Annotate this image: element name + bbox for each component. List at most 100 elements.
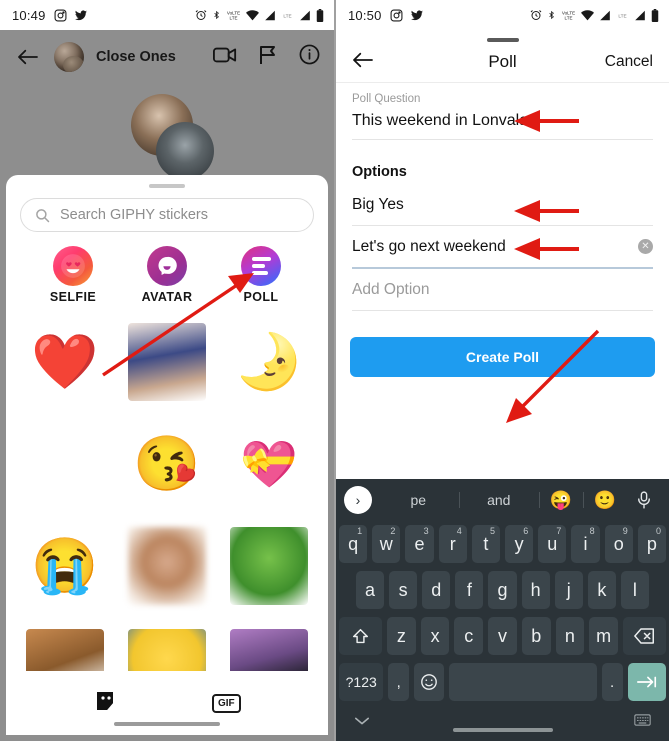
back-arrow-icon[interactable] — [352, 51, 374, 74]
avatar-sticker-icon — [147, 246, 187, 286]
key-c[interactable]: c — [454, 617, 484, 655]
sticker-glyph: 😘 — [133, 434, 201, 494]
key-number: 1 — [357, 526, 363, 536]
key-z[interactable]: z — [387, 617, 416, 655]
key-d[interactable]: d — [422, 571, 451, 609]
key-y[interactable]: 6y — [505, 525, 534, 563]
volte-icon: VoLTE LTE — [226, 9, 241, 21]
right-phone-panel: 10:50 VoLTE LTE LTE Poll Cancel Poll Que… — [334, 0, 669, 741]
key-s[interactable]: s — [389, 571, 418, 609]
instagram-icon — [54, 9, 67, 22]
add-option-row[interactable]: Add Option — [352, 269, 653, 310]
poll-question-input[interactable]: This weekend in Lonvala? — [352, 105, 653, 139]
suggestion-emoji[interactable]: 😜 — [539, 490, 583, 511]
sticker-glyph: 😭 — [31, 536, 99, 596]
key-n[interactable]: n — [555, 617, 585, 655]
key-v[interactable]: v — [488, 617, 517, 655]
key-j[interactable]: j — [554, 571, 583, 609]
key-i[interactable]: 8i — [571, 525, 600, 563]
sticker-item[interactable]: 😘 — [116, 416, 218, 512]
sticker-item[interactable]: ❤️ — [14, 314, 116, 410]
create-poll-button[interactable]: Create Poll — [350, 336, 655, 377]
selfie-sticker-icon — [53, 246, 93, 286]
status-time: 10:50 — [348, 7, 382, 23]
key-label: p — [646, 533, 657, 554]
keyboard-switch-icon[interactable] — [634, 713, 651, 731]
cancel-button[interactable]: Cancel — [605, 53, 653, 71]
period-key[interactable]: . — [601, 663, 623, 701]
shift-key[interactable] — [339, 617, 383, 655]
sticker-item[interactable] — [14, 416, 116, 512]
sticker-item[interactable] — [218, 518, 320, 614]
backspace-key[interactable] — [622, 617, 667, 655]
suggestion-emoji[interactable]: 🙂 — [583, 490, 627, 511]
avatar[interactable] — [54, 42, 84, 72]
video-call-icon[interactable] — [213, 46, 237, 69]
key-p[interactable]: 0p — [637, 525, 667, 563]
lte-icon: LTE — [616, 11, 629, 20]
sticker-category-avatar[interactable]: AVATAR — [128, 246, 206, 304]
key-f[interactable]: f — [455, 571, 484, 609]
poll-option-input[interactable]: Big Yes — [352, 184, 653, 225]
key-x[interactable]: x — [420, 617, 450, 655]
sticker-item[interactable]: 😭 — [14, 518, 116, 614]
sticker-item[interactable]: 💝 — [218, 416, 320, 512]
space-key[interactable] — [448, 663, 597, 701]
sticker-item[interactable] — [116, 518, 218, 614]
gif-tab[interactable]: GIF — [211, 693, 241, 713]
emoji-key[interactable] — [414, 663, 444, 701]
poll-option-row[interactable]: Let's go next weekend ✕ — [352, 226, 653, 267]
key-label: e — [414, 533, 425, 554]
sticker-category-label: SELFIE — [49, 290, 97, 304]
key-h[interactable]: h — [521, 571, 550, 609]
key-a[interactable]: a — [356, 571, 385, 609]
sticker-grid: ❤️ 🌛 😘 💝 😭 — [6, 314, 328, 716]
flag-icon[interactable] — [259, 45, 277, 70]
svg-text:LTE: LTE — [283, 13, 291, 19]
sticker-category-poll[interactable]: POLL — [222, 246, 300, 304]
sticker-category-row: SELFIE AVATAR POLL — [6, 246, 328, 304]
key-q[interactable]: 1q — [338, 525, 368, 563]
suggestion-word[interactable]: and — [459, 492, 540, 508]
microphone-icon[interactable] — [627, 491, 661, 509]
back-arrow-icon[interactable] — [14, 43, 42, 71]
key-label: u — [547, 533, 558, 554]
chat-header: Close Ones — [0, 30, 334, 84]
sticker-image — [128, 527, 206, 605]
add-option-placeholder[interactable]: Add Option — [352, 269, 653, 310]
key-k[interactable]: k — [587, 571, 616, 609]
chevron-right-icon[interactable]: › — [344, 486, 372, 514]
key-b[interactable]: b — [521, 617, 551, 655]
sticker-category-selfie[interactable]: SELFIE — [34, 246, 112, 304]
create-poll-wrap: Create Poll — [336, 310, 669, 391]
poll-option-input[interactable]: Let's go next weekend — [352, 226, 638, 267]
poll-header-bar: Poll Cancel — [336, 42, 669, 82]
key-l[interactable]: l — [620, 571, 649, 609]
sticker-face-icon[interactable] — [93, 689, 117, 718]
comma-key[interactable]: , — [388, 663, 410, 701]
keyboard-suggestion-bar: › pe and 😜 🙂 — [336, 479, 669, 521]
key-w[interactable]: 2w — [372, 525, 401, 563]
key-r[interactable]: 4r — [438, 525, 467, 563]
poll-option-row[interactable]: Big Yes — [352, 184, 653, 225]
key-o[interactable]: 9o — [604, 525, 633, 563]
info-icon[interactable] — [299, 44, 320, 70]
poll-sticker-icon — [241, 246, 281, 286]
key-u[interactable]: 7u — [538, 525, 567, 563]
key-number: 0 — [656, 526, 662, 536]
search-input[interactable]: Search GIPHY stickers — [20, 198, 314, 232]
lte-icon: LTE — [281, 11, 294, 20]
key-m[interactable]: m — [589, 617, 618, 655]
enter-key[interactable] — [627, 663, 666, 701]
sticker-item[interactable] — [116, 314, 218, 410]
clear-icon[interactable]: ✕ — [638, 239, 653, 254]
shift-icon — [352, 628, 369, 643]
suggestion-word[interactable]: pe — [378, 492, 459, 508]
symbols-key[interactable]: ?123 — [339, 663, 384, 701]
key-t[interactable]: 5t — [471, 525, 500, 563]
key-g[interactable]: g — [488, 571, 517, 609]
key-e[interactable]: 3e — [405, 525, 434, 563]
chevron-down-icon[interactable] — [354, 713, 370, 731]
sticker-item[interactable]: 🌛 — [218, 314, 320, 410]
sheet-drag-handle[interactable] — [149, 184, 185, 188]
